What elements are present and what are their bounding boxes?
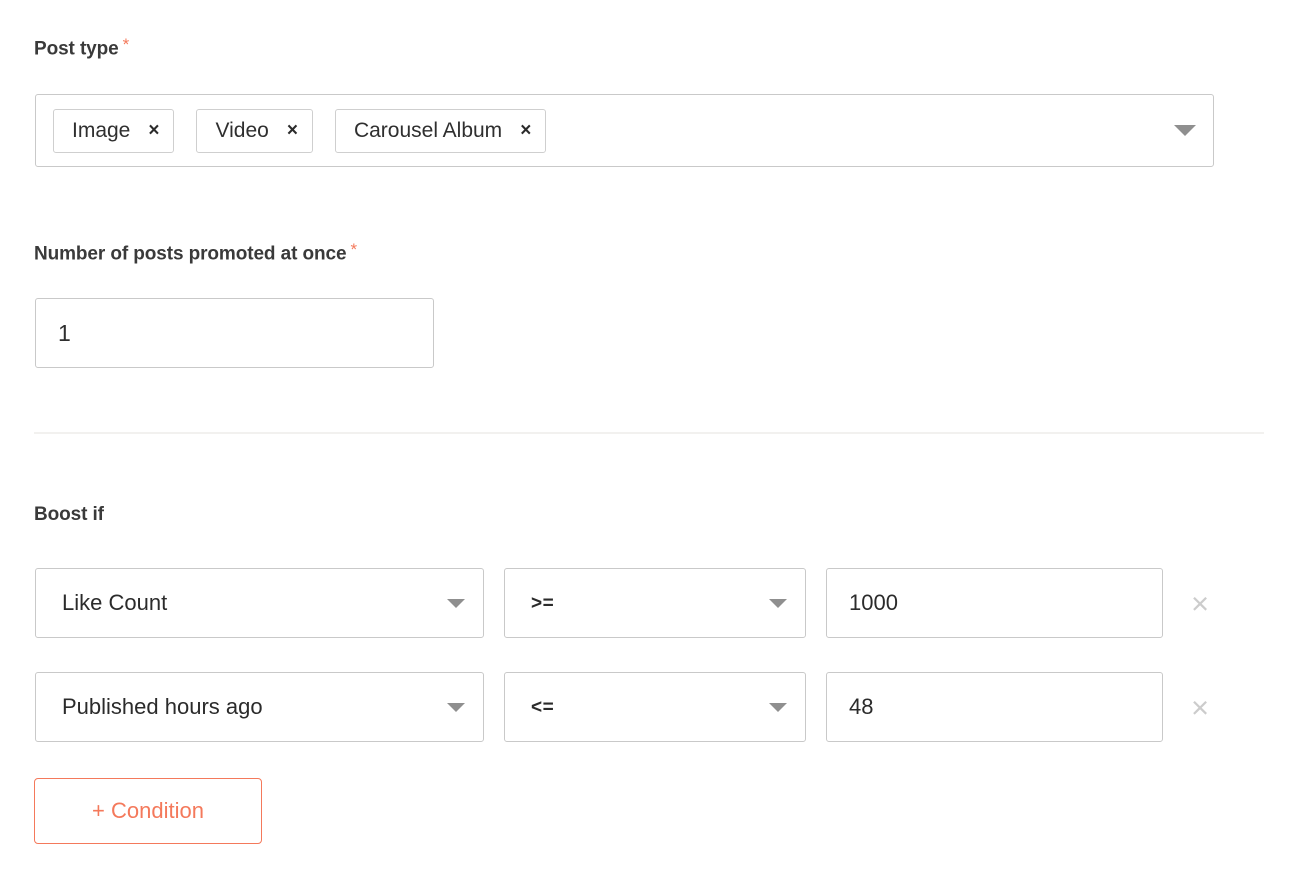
post-type-multiselect[interactable]: Image × Video × Carousel Album ×	[35, 94, 1214, 167]
chip-label: Carousel Album	[353, 119, 503, 142]
post-type-chip-list: Image × Video × Carousel Album ×	[53, 108, 1174, 153]
post-type-chip[interactable]: Carousel Album ×	[334, 108, 547, 153]
condition-value-input[interactable]: 48	[826, 672, 1163, 742]
chip-label: Video	[215, 119, 269, 142]
condition-operator-select[interactable]: <=	[504, 672, 806, 742]
condition-field-select[interactable]: Published hours ago	[35, 672, 484, 742]
caret-down-icon[interactable]	[769, 598, 787, 608]
posts-promoted-input[interactable]: 1	[35, 298, 434, 368]
caret-down-icon[interactable]	[769, 702, 787, 712]
condition-field-value: Published hours ago	[62, 694, 263, 719]
remove-condition-icon[interactable]: ×	[1176, 588, 1224, 619]
remove-condition-icon[interactable]: ×	[1176, 692, 1224, 723]
condition-operator-value: <=	[531, 696, 555, 718]
post-type-chip[interactable]: Image ×	[53, 108, 175, 153]
condition-operator-value: >=	[531, 592, 555, 614]
post-type-required-asterisk: *	[122, 35, 130, 54]
caret-down-icon[interactable]	[447, 702, 465, 712]
chip-remove-icon[interactable]: ×	[520, 121, 531, 140]
condition-row: Like Count >= 1000 ×	[35, 568, 1224, 638]
condition-field-select[interactable]: Like Count	[35, 568, 484, 638]
posts-promoted-label-text: Number of posts promoted at once	[34, 243, 347, 265]
condition-operator-select[interactable]: >=	[504, 568, 806, 638]
posts-promoted-value: 1	[58, 319, 71, 346]
add-condition-button[interactable]: + Condition	[34, 778, 262, 844]
condition-row: Published hours ago <= 48 ×	[35, 672, 1224, 742]
condition-value-input[interactable]: 1000	[826, 568, 1163, 638]
boost-if-label-text: Boost if	[34, 504, 104, 525]
caret-down-icon[interactable]	[447, 598, 465, 608]
chip-remove-icon[interactable]: ×	[148, 121, 159, 140]
post-type-label: Post type *	[34, 34, 129, 59]
condition-value-text: 1000	[849, 590, 898, 615]
condition-value-text: 48	[849, 694, 874, 719]
condition-field-value: Like Count	[62, 590, 168, 615]
chip-label: Image	[72, 119, 131, 142]
chip-remove-icon[interactable]: ×	[287, 121, 298, 140]
caret-down-icon[interactable]	[1174, 125, 1196, 136]
post-type-chip[interactable]: Video ×	[196, 108, 313, 153]
post-type-label-text: Post type	[34, 38, 119, 60]
section-divider	[34, 432, 1264, 434]
posts-promoted-required-asterisk: *	[350, 240, 358, 259]
boost-if-label: Boost if	[34, 505, 104, 525]
boost-settings-form: Post type * Image × Video × Carousel Albu…	[0, 0, 1298, 884]
posts-promoted-label: Number of posts promoted at once *	[34, 239, 357, 264]
